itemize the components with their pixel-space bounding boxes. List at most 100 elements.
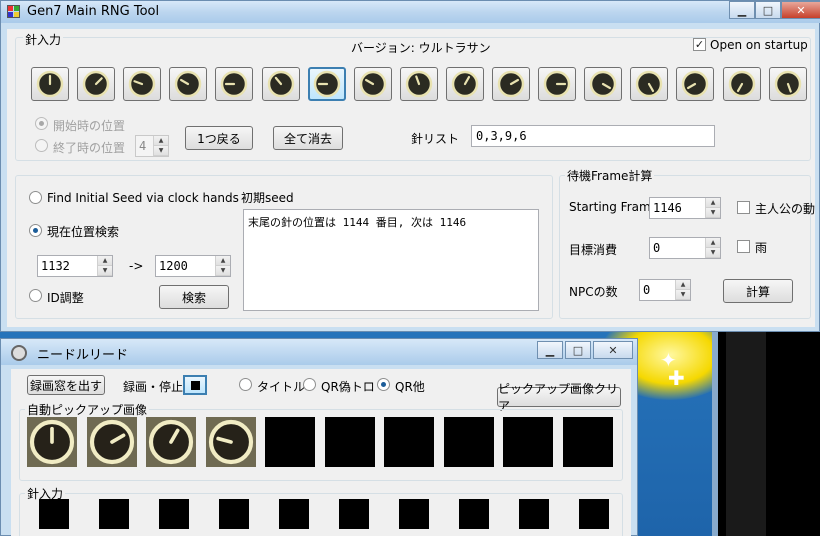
- rain-checkbox[interactable]: [737, 240, 750, 253]
- range-from-stepper[interactable]: 1132 ▲ ▼: [37, 255, 113, 277]
- close-icon[interactable]: ✕: [781, 1, 820, 19]
- end-position-label: 終了時の位置: [53, 141, 126, 155]
- clock-button-15[interactable]: [722, 67, 761, 101]
- spin-down-icon[interactable]: ▼: [706, 248, 720, 258]
- needle-input-slot: [339, 499, 369, 529]
- pickup-thumbnail: [146, 417, 196, 467]
- window-controls: ▁ □ ✕: [729, 1, 820, 19]
- frame-calc-label: 待機Frame計算: [565, 167, 655, 184]
- record-stop-toggle[interactable]: [183, 375, 207, 395]
- clock-hand-icon: [128, 70, 156, 98]
- maximize-icon[interactable]: □: [755, 1, 781, 19]
- clock-button-2[interactable]: [123, 67, 162, 101]
- starting-frame-stepper[interactable]: 1146 ▲ ▼: [649, 197, 721, 219]
- mode-qr-other-label: QR他: [395, 380, 425, 394]
- needle-input-slot: [99, 499, 129, 529]
- find-seed-radio[interactable]: [29, 191, 42, 204]
- needle-input-slot: [159, 499, 189, 529]
- main-titlebar[interactable]: Gen7 Main RNG Tool ▁ □ ✕: [1, 1, 820, 23]
- clock-hand-icon: [543, 70, 571, 98]
- range-to-stepper[interactable]: 1200 ▲ ▼: [155, 255, 231, 277]
- seed-result-text: 末尾の針の位置は 1144 番目, 次は 1146: [248, 216, 467, 229]
- minimize-icon[interactable]: ▁: [729, 1, 755, 19]
- main-client-area: 針入力 バージョン: ウルトラサン ✓ Open on startup 開始時の…: [7, 29, 815, 327]
- clock-hand-icon: [359, 70, 386, 98]
- spin-up-icon[interactable]: ▲: [154, 136, 168, 146]
- close-icon[interactable]: ✕: [593, 341, 633, 359]
- clock-button-5[interactable]: [261, 67, 300, 101]
- id-adjust-label: ID調整: [47, 291, 84, 305]
- spin-down-icon[interactable]: ▼: [154, 146, 168, 156]
- target-consumption-stepper[interactable]: 0 ▲ ▼: [649, 237, 721, 259]
- spin-up-icon[interactable]: ▲: [706, 198, 720, 208]
- player-movement-checkbox[interactable]: [737, 201, 750, 214]
- needle-reader-app-icon: [11, 345, 27, 361]
- clock-hand-icon: [221, 70, 248, 98]
- spin-down-icon[interactable]: ▼: [706, 208, 720, 218]
- back-one-button[interactable]: 1つ戻る: [185, 126, 253, 150]
- needle-input-slot: [459, 499, 489, 529]
- mode-qr-fake-radio[interactable]: [303, 378, 316, 391]
- spin-down-icon[interactable]: ▼: [676, 290, 690, 300]
- clock-button-1[interactable]: [77, 67, 116, 101]
- clock-button-0[interactable]: [31, 67, 69, 101]
- app-icon: [7, 5, 20, 18]
- needle-reader-window-controls: ▁ □ ✕: [537, 341, 633, 359]
- calculate-button[interactable]: 計算: [723, 279, 793, 303]
- clock-hand-icon: [175, 70, 202, 98]
- clock-button-9[interactable]: [445, 67, 484, 101]
- clock-button-7[interactable]: [353, 67, 392, 101]
- clock-button-13[interactable]: [630, 67, 669, 101]
- auto-pickup-label: 自動ピックアップ画像: [25, 401, 150, 418]
- clock-button-10[interactable]: [492, 67, 530, 101]
- clock-hand-icon: [497, 70, 525, 98]
- clock-button-4[interactable]: [215, 67, 254, 101]
- clock-button-16[interactable]: [768, 67, 807, 101]
- clock-button-14[interactable]: [676, 67, 715, 101]
- clock-hand-icon: [313, 70, 340, 98]
- starting-frame-label: Starting Frame: [569, 200, 659, 214]
- needle-reader-titlebar[interactable]: ニードルリード ▁ □ ✕: [1, 339, 637, 365]
- spin-down-icon[interactable]: ▼: [216, 266, 230, 276]
- end-position-radio[interactable]: [35, 139, 48, 152]
- end-position-stepper[interactable]: 4 ▲ ▼: [135, 135, 169, 157]
- clock-button-6[interactable]: [307, 67, 346, 101]
- minimize-icon[interactable]: ▁: [537, 341, 563, 359]
- clock-hand-icon: [682, 70, 709, 98]
- id-adjust-radio[interactable]: [29, 289, 42, 302]
- find-seed-label: Find Initial Seed via clock hands: [47, 191, 239, 205]
- clear-all-button[interactable]: 全て消去: [273, 126, 343, 150]
- needle-list-field[interactable]: 0,3,9,6: [471, 125, 715, 147]
- clock-button-3[interactable]: [169, 67, 208, 101]
- spin-up-icon[interactable]: ▲: [706, 238, 720, 248]
- npc-count-stepper[interactable]: 0 ▲ ▼: [639, 279, 691, 301]
- clock-hand-icon: [148, 419, 194, 465]
- clear-pickup-images-button[interactable]: ピックアップ画像クリア: [497, 382, 621, 413]
- clock-button-8[interactable]: [399, 67, 438, 101]
- pickup-thumbnail: [265, 417, 315, 467]
- seed-result-box[interactable]: 末尾の針の位置は 1144 番目, 次は 1146: [243, 209, 539, 311]
- pickup-thumbnail: [27, 417, 77, 467]
- maximize-icon[interactable]: □: [565, 341, 591, 359]
- spin-up-icon[interactable]: ▲: [98, 256, 112, 266]
- seed-label: 初期seed: [241, 191, 294, 205]
- start-position-label: 開始時の位置: [53, 119, 126, 133]
- pickup-thumbnail: [86, 417, 137, 467]
- needle-input-slot: [219, 499, 249, 529]
- clock-hand-icon: [36, 70, 64, 98]
- clock-button-11[interactable]: [538, 67, 577, 101]
- mode-title-radio[interactable]: [239, 378, 252, 391]
- needle-input-slot: [579, 499, 609, 529]
- spin-up-icon[interactable]: ▲: [216, 256, 230, 266]
- current-position-radio[interactable]: [29, 224, 42, 237]
- mode-qr-other-radio[interactable]: [377, 378, 390, 391]
- clock-button-12[interactable]: [584, 67, 623, 101]
- clock-hand-icon: [728, 70, 755, 98]
- spin-up-icon[interactable]: ▲: [676, 280, 690, 290]
- open-on-startup-checkbox[interactable]: ✓: [693, 38, 706, 51]
- show-recording-window-button[interactable]: 録画窓を出す: [27, 375, 105, 395]
- start-position-radio[interactable]: [35, 117, 48, 130]
- search-button[interactable]: 検索: [159, 285, 229, 309]
- clock-hand-icon: [267, 70, 294, 98]
- spin-down-icon[interactable]: ▼: [98, 266, 112, 276]
